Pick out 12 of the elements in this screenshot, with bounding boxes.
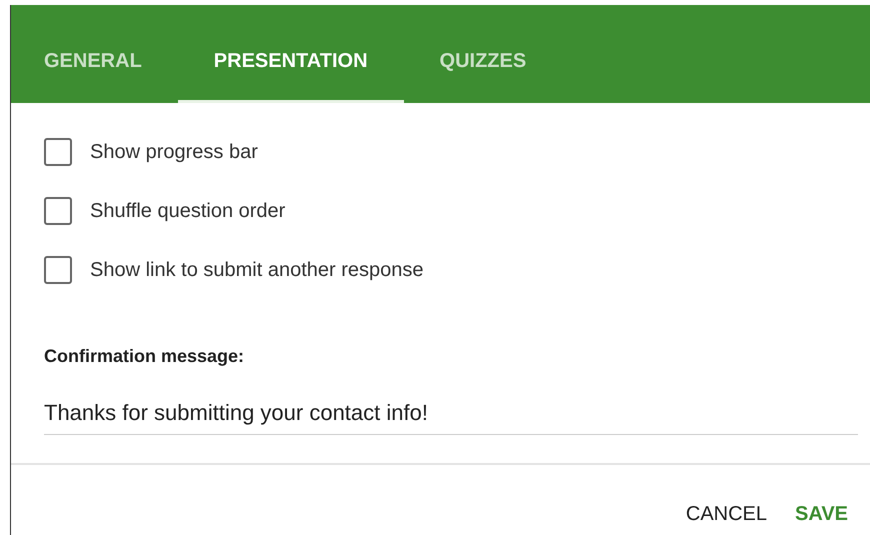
cancel-button[interactable]: CANCEL	[674, 499, 780, 530]
checkbox-label: Shuffle question order	[90, 200, 286, 222]
checkbox-label: Show progress bar	[90, 140, 258, 164]
save-button[interactable]: SAVE	[783, 499, 860, 530]
field-label: Confirmation message:	[44, 346, 246, 367]
tab[interactable]: PRESENTATION	[178, 41, 404, 103]
checkbox[interactable]	[44, 256, 72, 284]
checkbox[interactable]	[44, 197, 72, 225]
tab[interactable]: GENERAL	[11, 41, 178, 103]
checkbox[interactable]	[44, 138, 72, 166]
checkbox-label: Show link to submit another response	[90, 258, 424, 282]
tab[interactable]: QUIZZES	[404, 41, 562, 103]
